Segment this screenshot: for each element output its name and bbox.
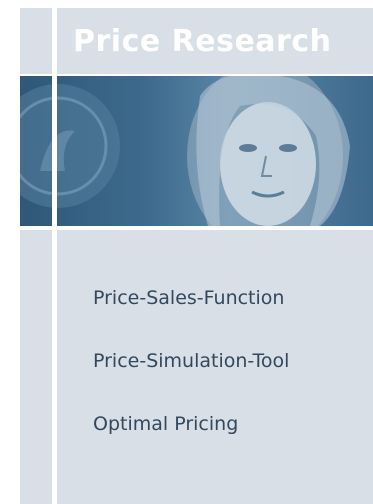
menu-item-price-sales-function[interactable]: Price-Sales-Function [93, 286, 289, 349]
menu-item-price-simulation-tool[interactable]: Price-Simulation-Tool [93, 349, 289, 412]
title-panel: Price Research [57, 8, 373, 74]
photo-divider [52, 76, 57, 226]
decorative-strip-bottom [20, 230, 52, 504]
content-panel: Price-Sales-Function Price-Simulation-To… [57, 230, 373, 504]
hero-image [20, 76, 373, 226]
research-menu: Price-Sales-Function Price-Simulation-To… [93, 286, 289, 475]
menu-item-optimal-pricing[interactable]: Optimal Pricing [93, 412, 289, 475]
face-shape [220, 102, 316, 226]
page: Price Research Price-Sales-Function Pric… [0, 0, 373, 504]
hero-illustration [20, 76, 350, 226]
page-title: Price Research [73, 24, 332, 59]
decorative-strip-top [20, 8, 52, 74]
